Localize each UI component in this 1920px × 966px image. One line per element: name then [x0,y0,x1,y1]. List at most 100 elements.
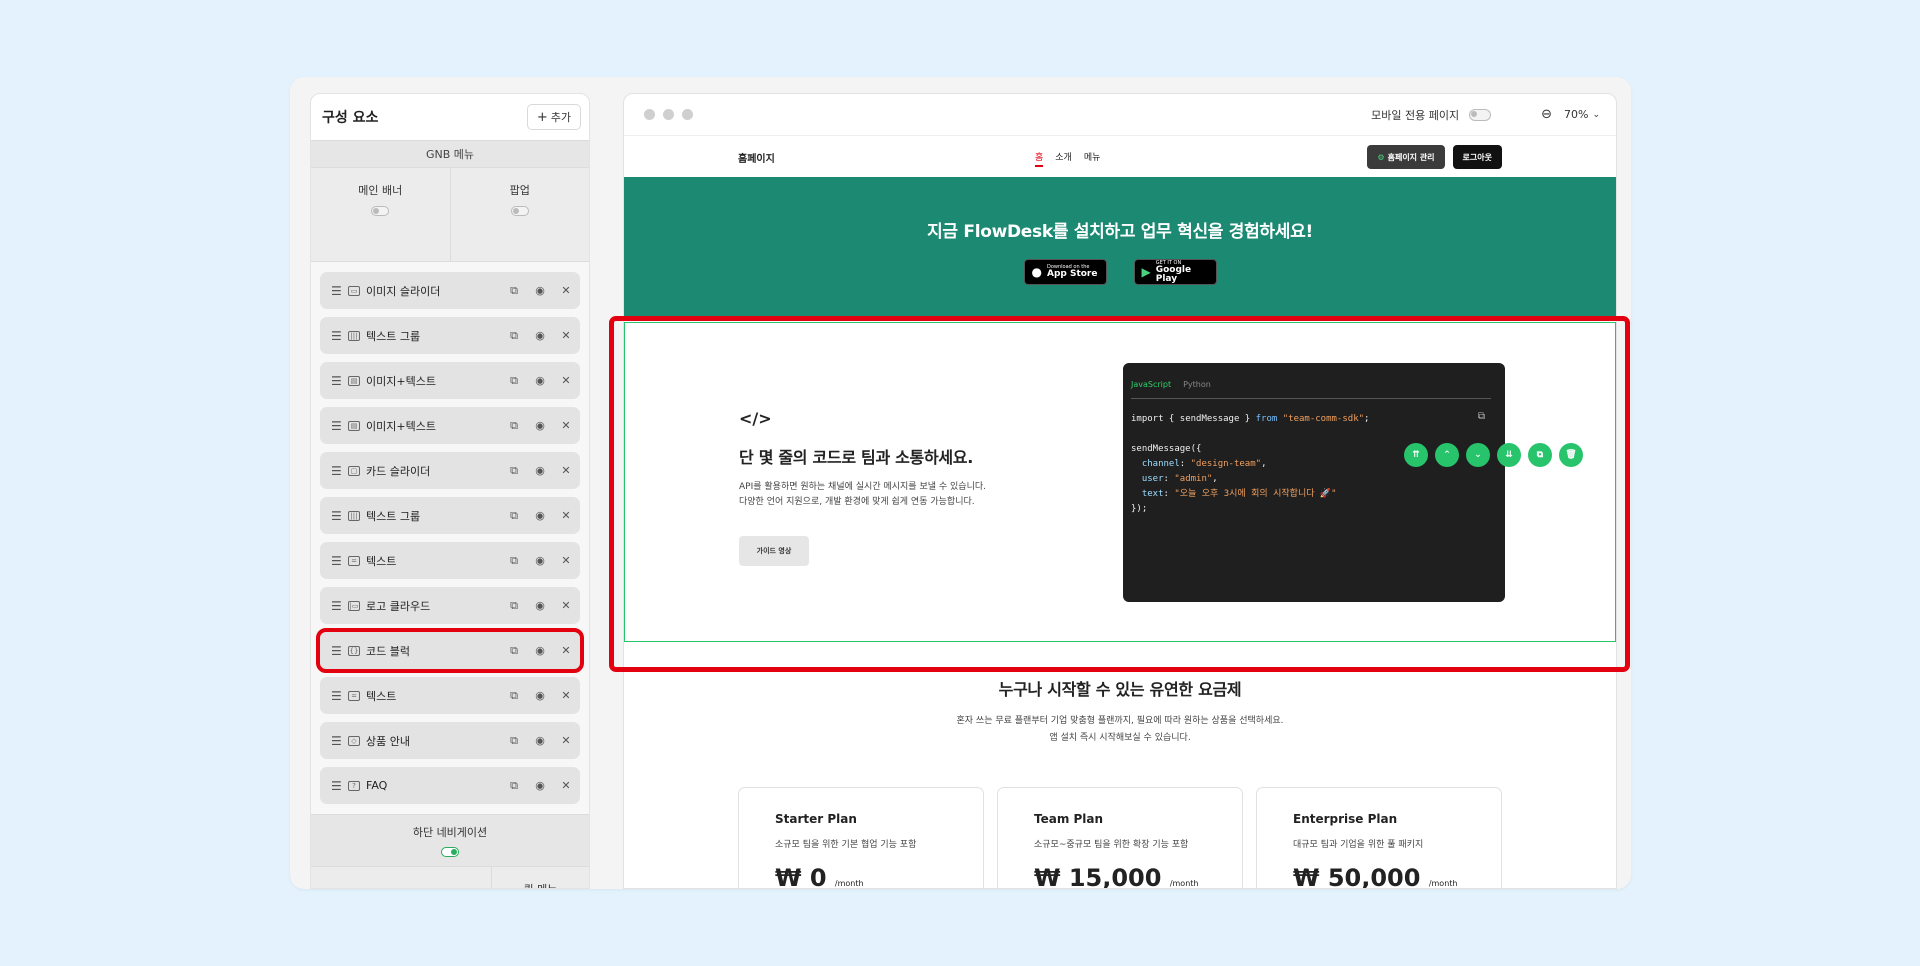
tab-python[interactable]: Python [1183,380,1211,389]
eye-icon[interactable]: ◉ [534,374,546,387]
chevron-down-icon[interactable]: ⌄ [1592,110,1600,120]
code-token: "admin" [1174,474,1213,484]
guide-video-button[interactable]: 가이드 영상 [739,536,809,566]
close-icon[interactable]: ✕ [560,689,572,702]
move-down-icon[interactable]: ⌄ [1466,443,1490,467]
component-item[interactable]: ☰ ▢ 카드 슬라이더 ⧉ ◉ ✕ [320,452,580,489]
manage-homepage-button[interactable]: ⚙ 홈페이지 관리 [1367,145,1445,169]
code-block-section[interactable]: </> 단 몇 줄의 코드로 팀과 소통하세요. API를 활용하면 원하는 채… [624,322,1616,642]
duplicate-icon[interactable]: ⧉ [508,419,520,433]
eye-icon[interactable]: ◉ [534,644,546,657]
drag-handle-icon[interactable]: ☰ [331,329,342,343]
nav-link-about[interactable]: 소개 [1055,150,1072,167]
copy-icon[interactable]: ⧉ [1478,411,1485,422]
eye-icon[interactable]: ◉ [534,779,546,792]
text-group-icon: ||| [348,510,360,521]
logout-button[interactable]: 로그아웃 [1452,145,1502,169]
main-banner-toggle[interactable] [371,206,390,216]
mobile-only-toggle[interactable] [1469,108,1492,121]
popup-toggle[interactable] [510,206,529,216]
component-item[interactable]: ☰ ▤ 이미지+텍스트 ⧉ ◉ ✕ [320,407,580,444]
eye-icon[interactable]: ◉ [534,329,546,342]
duplicate-icon[interactable]: ⧉ [508,329,520,343]
app-store-badge[interactable]: ● Download on the App Store [1023,259,1107,285]
eye-icon[interactable]: ◉ [534,689,546,702]
google-play-badge[interactable]: ▶ GET IT ON Google Play [1133,259,1217,285]
nav-link-home[interactable]: 홈 [1035,150,1044,167]
drag-handle-icon[interactable]: ☰ [331,779,342,793]
component-item[interactable]: ☰ ▭ 이미지 슬라이더 ⧉ ◉ ✕ [320,272,580,309]
duplicate-icon[interactable]: ⧉ [508,644,520,658]
eye-icon[interactable]: ◉ [534,554,546,567]
eye-icon[interactable]: ◉ [534,509,546,522]
duplicate-icon[interactable]: ⧉ [508,554,520,568]
component-item[interactable]: ☰ = 텍스트 ⧉ ◉ ✕ [320,542,580,579]
close-icon[interactable]: ✕ [560,374,572,387]
duplicate-icon[interactable]: ⧉ [508,734,520,748]
tab-javascript[interactable]: JavaScript [1131,380,1171,389]
duplicate-icon[interactable]: ⧉ [508,374,520,388]
nav-link-menu[interactable]: 메뉴 [1084,150,1101,167]
duplicate-icon[interactable]: ⧉ [508,284,520,298]
duplicate-icon[interactable]: ⧉ [1528,443,1552,467]
duplicate-icon[interactable]: ⧉ [508,509,520,523]
close-icon[interactable]: ✕ [560,599,572,612]
plan-card[interactable]: Enterprise Plan 대규모 팀과 기업을 위한 풀 패키지 ₩ 50,0… [1256,787,1502,888]
close-icon[interactable]: ✕ [560,644,572,657]
close-icon[interactable]: ✕ [560,284,572,297]
popup-cell[interactable]: 팝업 [449,168,590,261]
component-item[interactable]: ☰ ||| 텍스트 그룹 ⧉ ◉ ✕ [320,317,580,354]
drag-handle-icon[interactable]: ☰ [331,374,342,388]
plan-card[interactable]: Team Plan 소규모~중규모 팀을 위한 확장 기능 포함 ₩ 15,000 … [997,787,1243,888]
zoom-control[interactable]: ⊖ 70% ⌄ [1541,107,1600,122]
gnb-menu-section[interactable]: GNB 메뉴 [311,140,589,168]
close-icon[interactable]: ✕ [560,464,572,477]
component-item[interactable]: ☰ ||| 텍스트 그룹 ⧉ ◉ ✕ [320,497,580,534]
drag-handle-icon[interactable]: ☰ [331,599,342,613]
zoom-out-icon[interactable]: ⊖ [1541,107,1552,122]
component-item[interactable]: ☰ |▭ 로고 클라우드 ⧉ ◉ ✕ [320,587,580,624]
close-icon[interactable]: ✕ [560,734,572,747]
drag-handle-icon[interactable]: ☰ [331,689,342,703]
component-item[interactable]: ☰ ◇ 상품 안내 ⧉ ◉ ✕ [320,722,580,759]
eye-icon[interactable]: ◉ [534,599,546,612]
eye-icon[interactable]: ◉ [534,284,546,297]
close-icon[interactable]: ✕ [560,509,572,522]
drag-handle-icon[interactable]: ☰ [331,419,342,433]
add-component-button[interactable]: + 추가 [526,104,581,130]
component-item[interactable]: ☰ {} 코드 블럭 ⧉ ◉ ✕ [316,628,584,673]
eye-icon[interactable]: ◉ [534,419,546,432]
eye-icon[interactable]: ◉ [534,734,546,747]
trash-icon[interactable]: 🗑 [1559,443,1583,467]
duplicate-icon[interactable]: ⧉ [508,689,520,703]
duplicate-icon[interactable]: ⧉ [508,599,520,613]
close-icon[interactable]: ✕ [560,419,572,432]
component-item[interactable]: ☰? FAQ ⧉ ◉ ✕ [320,767,580,804]
main-banner-cell[interactable]: 메인 배너 [311,168,450,261]
footer-cell[interactable]: 푸터 [311,867,491,888]
play-icon: ▶ [1141,265,1151,279]
move-bottom-icon[interactable]: ⇊ [1497,443,1521,467]
duplicate-icon[interactable]: ⧉ [508,779,520,793]
component-item[interactable]: ☰ ▤ 이미지+텍스트 ⧉ ◉ ✕ [320,362,580,399]
drag-handle-icon[interactable]: ☰ [331,554,342,568]
drag-handle-icon[interactable]: ☰ [331,464,342,478]
component-item[interactable]: ☰ = 텍스트 ⧉ ◉ ✕ [320,677,580,714]
drag-handle-icon[interactable]: ☰ [331,734,342,748]
drag-handle-icon[interactable]: ☰ [331,284,342,298]
close-icon[interactable]: ✕ [560,779,572,792]
quick-menu-cell[interactable]: 퀵 메뉴 [490,867,589,888]
close-icon[interactable]: ✕ [560,329,572,342]
drag-handle-icon[interactable]: ☰ [331,509,342,523]
bottom-navigation-section[interactable]: 하단 네비게이션 [311,814,589,866]
move-top-icon[interactable]: ⇈ [1404,443,1428,467]
text-icon: = [348,555,360,566]
close-icon[interactable]: ✕ [560,554,572,567]
duplicate-icon[interactable]: ⧉ [508,464,520,478]
eye-icon[interactable]: ◉ [534,464,546,477]
site-brand[interactable]: 홈페이지 [738,150,775,165]
drag-handle-icon[interactable]: ☰ [331,644,342,658]
plan-card[interactable]: Starter Plan 소규모 팀을 위한 기본 협업 기능 포함 ₩ 0 /mo… [738,787,984,888]
move-up-icon[interactable]: ⌃ [1435,443,1459,467]
bottom-nav-toggle[interactable] [441,847,459,857]
